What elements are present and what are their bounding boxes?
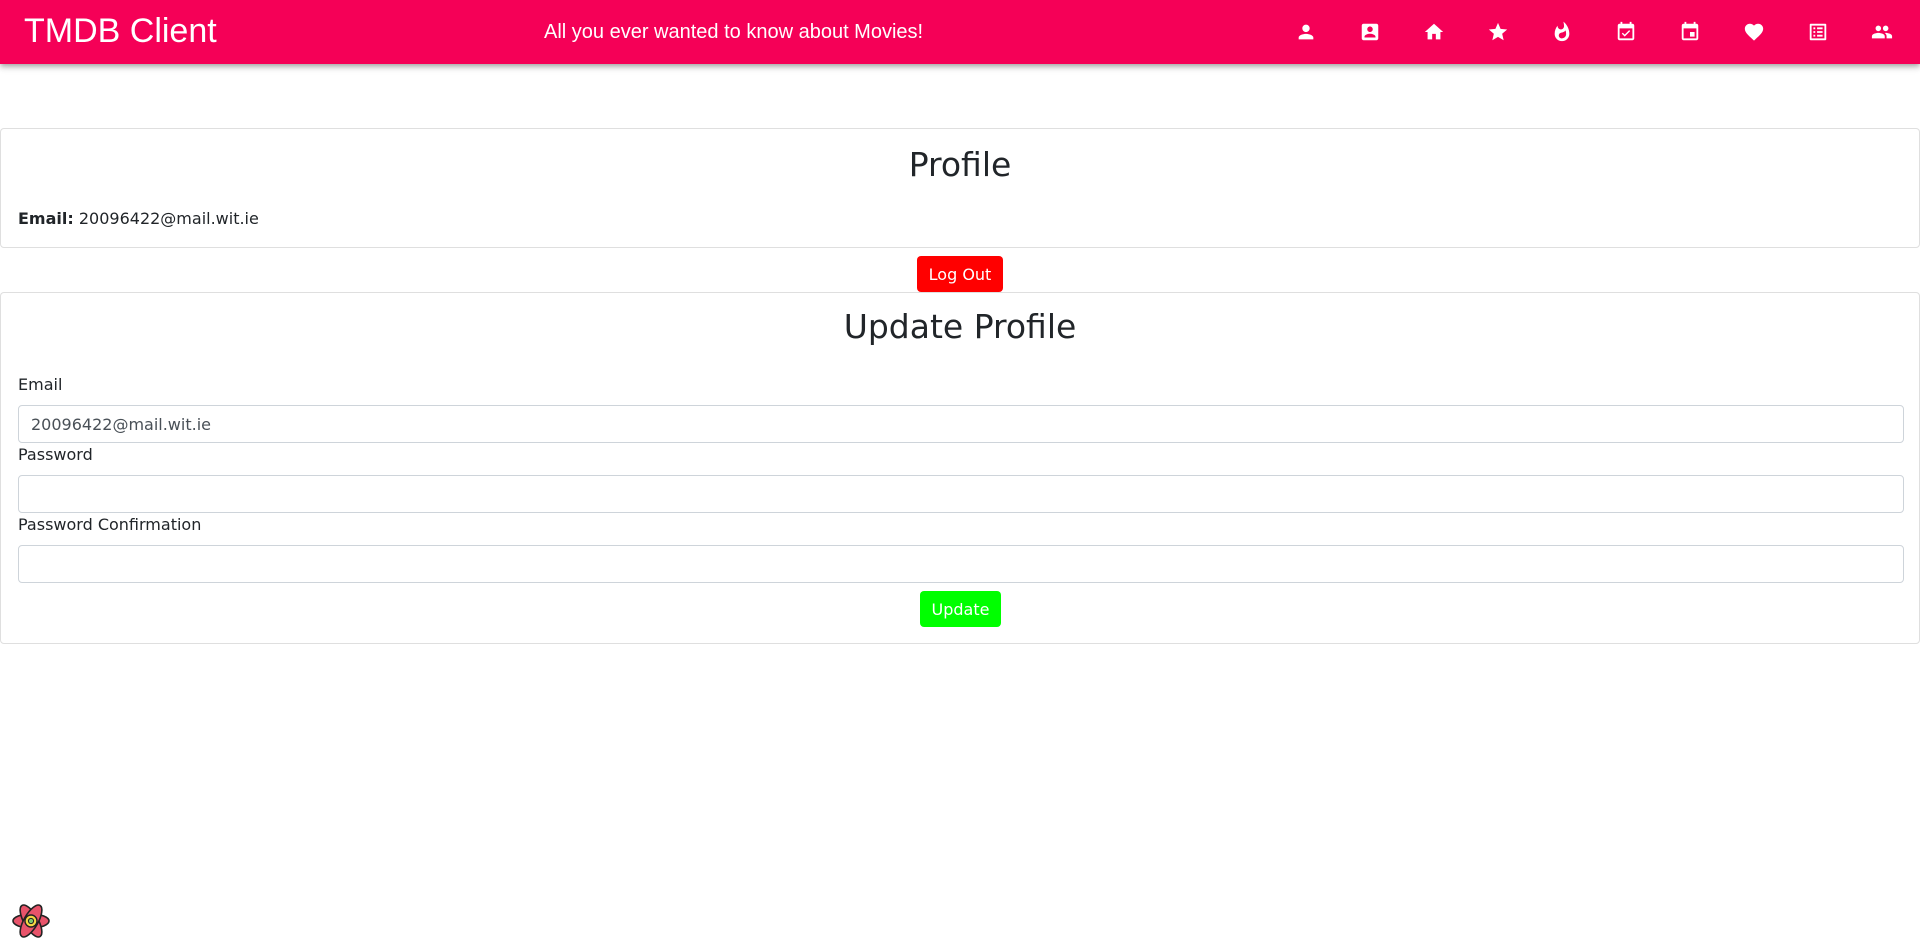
favorite-icon[interactable] <box>1722 8 1786 56</box>
app-bar: TMDB Client All you ever wanted to know … <box>0 0 1920 64</box>
account-box-icon[interactable] <box>1338 8 1402 56</box>
app-tagline: All you ever wanted to know about Movies… <box>544 21 924 43</box>
profile-email-value: 20096422@mail.wit.ie <box>78 209 259 228</box>
react-devtools-icon[interactable] <box>10 900 52 942</box>
email-field[interactable] <box>18 405 1904 443</box>
profile-email-label: Email: <box>18 209 74 228</box>
list-alt-icon[interactable] <box>1786 8 1850 56</box>
people-icon[interactable] <box>1850 8 1914 56</box>
password-confirmation-field[interactable] <box>18 545 1904 583</box>
whatshot-icon[interactable] <box>1530 8 1594 56</box>
update-profile-card: Update Profile Email Password Password C… <box>0 292 1920 644</box>
profile-title: Profile <box>908 145 1012 184</box>
update-button[interactable]: Update <box>920 591 1001 627</box>
logout-button[interactable]: Log Out <box>917 256 1003 292</box>
event-icon[interactable] <box>1658 8 1722 56</box>
nav-icon-bar <box>1274 0 1920 64</box>
update-profile-title: Update Profile <box>843 307 1077 346</box>
email-field-label: Email <box>18 375 63 394</box>
password-field[interactable] <box>18 475 1904 513</box>
star-icon[interactable] <box>1466 8 1530 56</box>
event-available-icon[interactable] <box>1594 8 1658 56</box>
profile-card: Profile Email: 20096422@mail.wit.ie <box>0 128 1920 248</box>
profile-email-line: Email: 20096422@mail.wit.ie <box>18 209 259 228</box>
password-confirmation-field-label: Password Confirmation <box>18 515 202 534</box>
home-icon[interactable] <box>1402 8 1466 56</box>
password-field-label: Password <box>18 445 93 464</box>
app-title[interactable]: TMDB Client <box>24 10 217 52</box>
person-icon[interactable] <box>1274 8 1338 56</box>
